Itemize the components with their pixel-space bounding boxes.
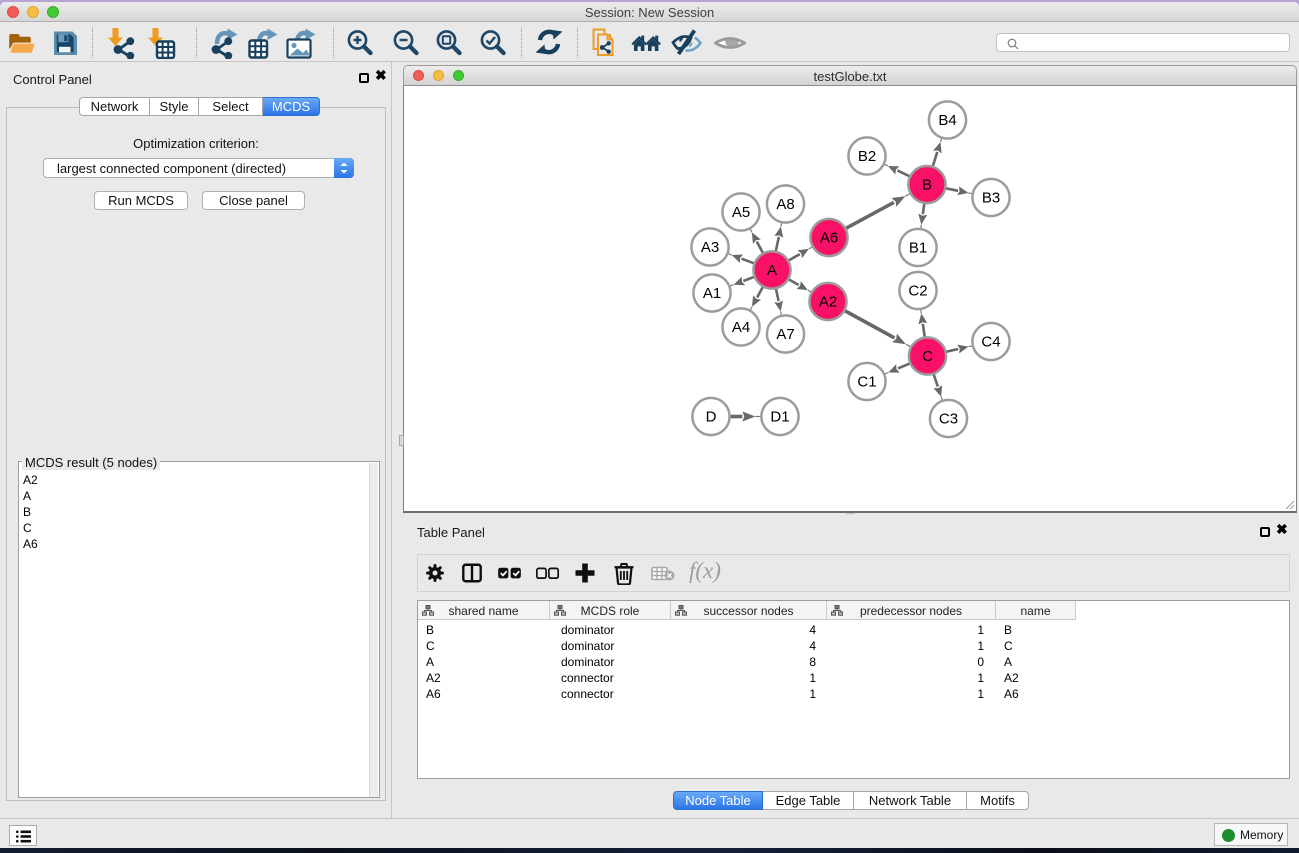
svg-text:A7: A7 [776,326,794,343]
svg-text:B3: B3 [982,190,1000,207]
svg-text:B2: B2 [858,148,876,165]
svg-text:C3: C3 [939,411,958,428]
svg-text:C: C [922,348,933,365]
svg-text:A5: A5 [732,204,750,221]
svg-text:B4: B4 [938,112,956,129]
svg-text:B: B [922,177,932,194]
svg-text:A1: A1 [703,285,721,302]
svg-text:C2: C2 [908,283,927,300]
svg-text:C1: C1 [857,374,876,391]
svg-text:C4: C4 [981,334,1000,351]
svg-text:D: D [706,409,717,426]
svg-text:B1: B1 [909,240,927,257]
svg-text:A3: A3 [701,239,719,256]
svg-text:A: A [767,262,777,279]
svg-text:D1: D1 [770,409,789,426]
svg-text:A4: A4 [732,319,750,336]
svg-text:A2: A2 [819,294,837,311]
svg-text:A6: A6 [820,230,838,247]
svg-text:A8: A8 [776,196,794,213]
